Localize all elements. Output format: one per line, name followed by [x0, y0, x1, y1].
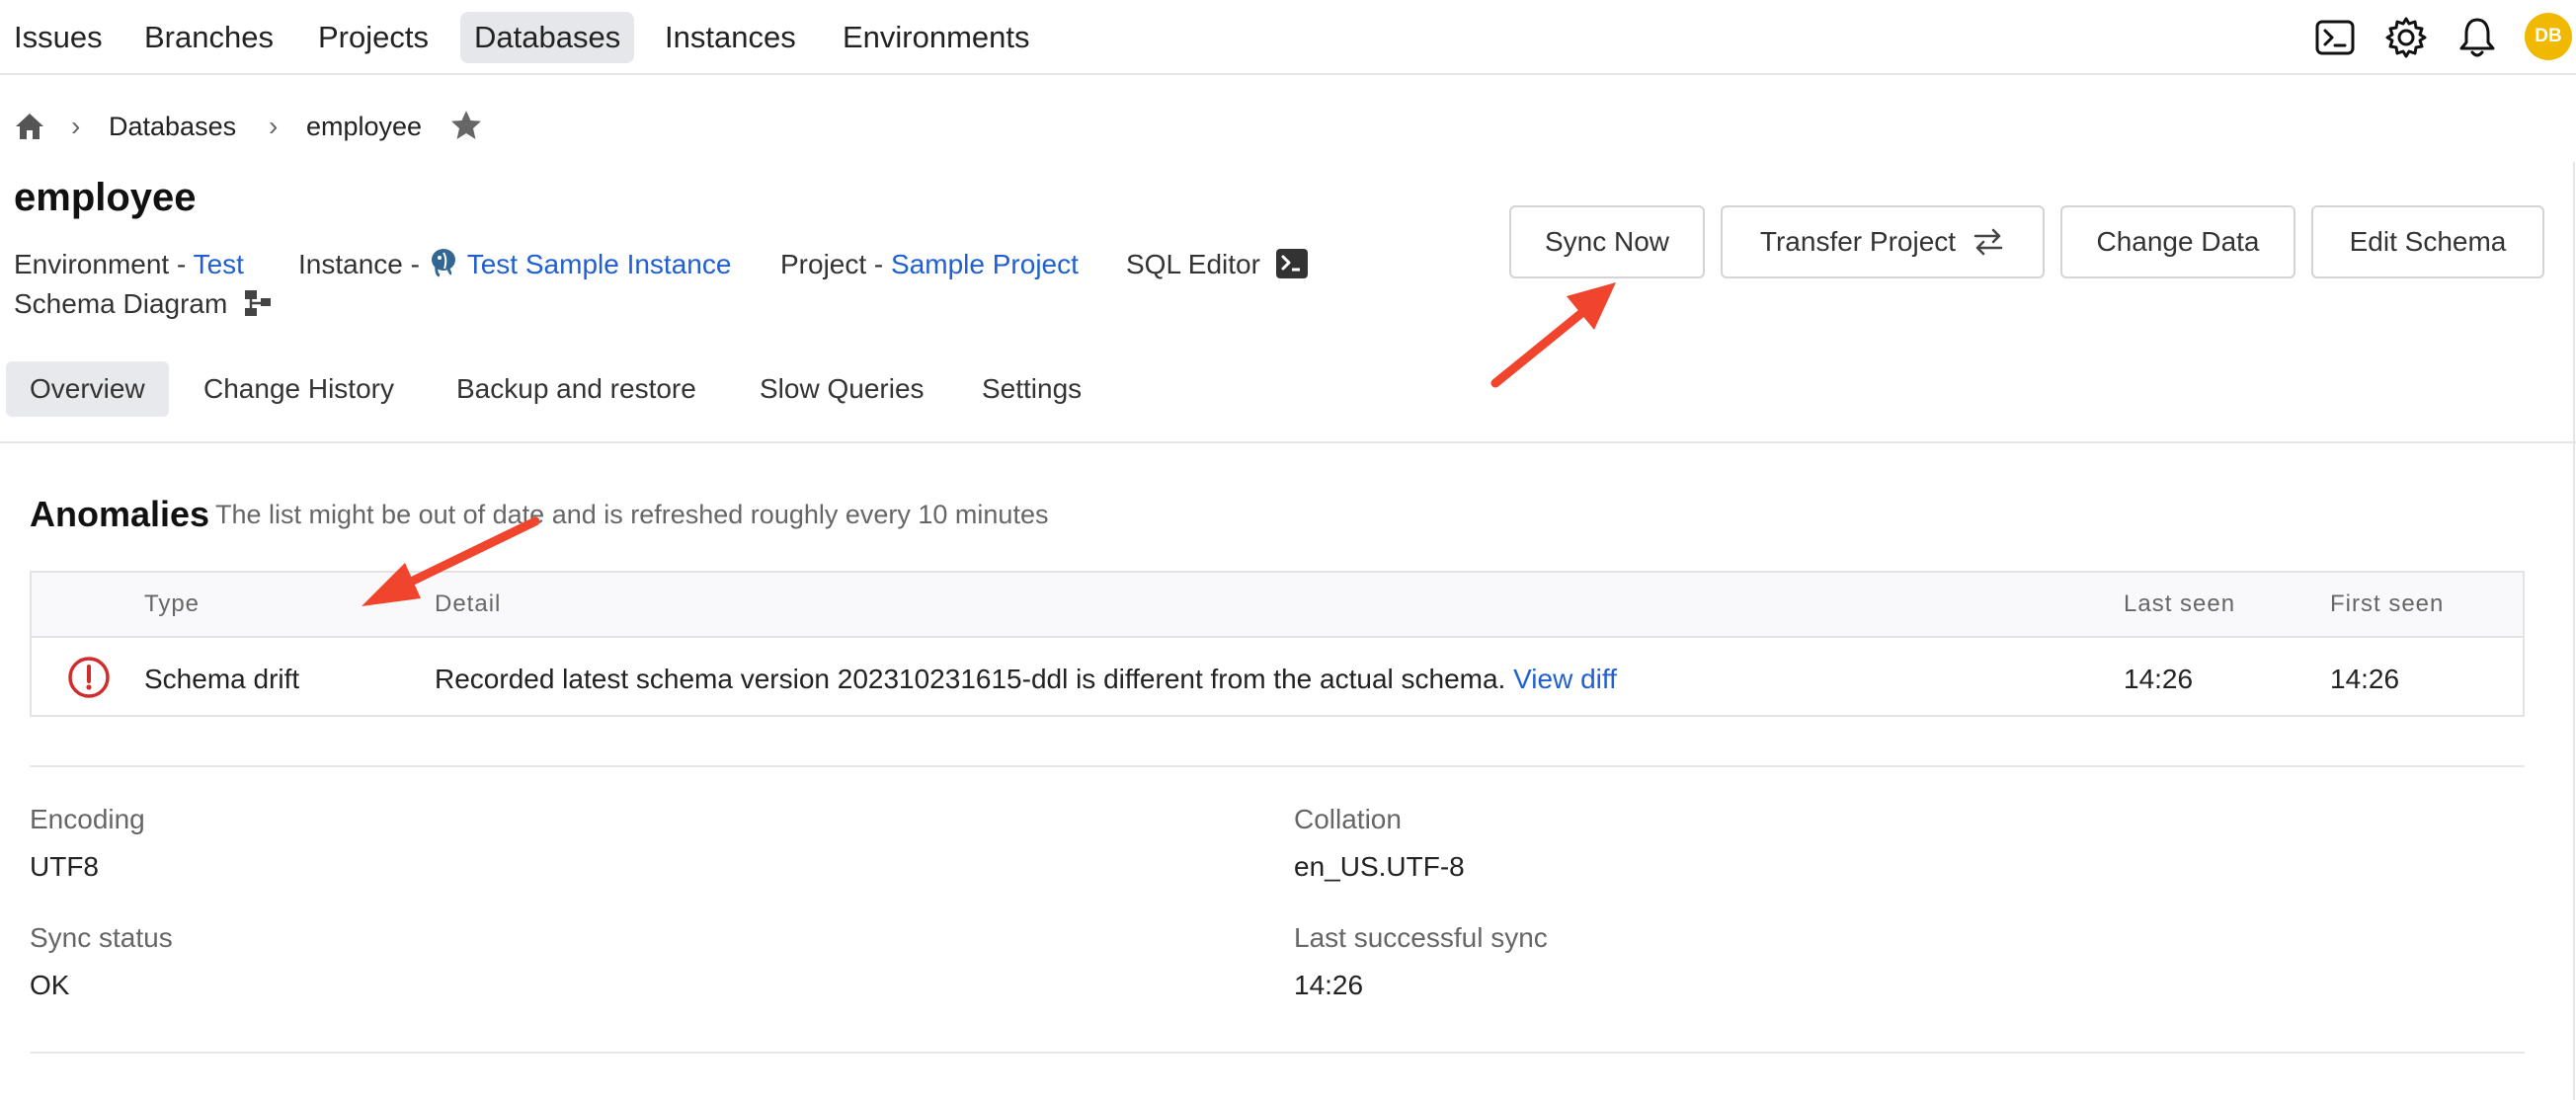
sync-status-value: OK	[30, 970, 70, 1000]
gear-icon[interactable]	[2380, 12, 2432, 63]
nav-instances[interactable]: Instances	[651, 12, 810, 63]
encoding-value: UTF8	[30, 851, 99, 882]
schema-diagram-link[interactable]: Schema Diagram	[14, 284, 273, 324]
anomaly-detail-text: Recorded latest schema version 202310231…	[435, 664, 1506, 694]
section-divider	[30, 765, 2525, 767]
sql-editor-link[interactable]: SQL Editor	[1126, 245, 1308, 284]
nav-issues[interactable]: Issues	[0, 12, 117, 63]
instance-label: Instance -	[298, 249, 428, 279]
annotation-arrows	[362, 282, 1616, 606]
content-border	[2573, 162, 2575, 1100]
tab-overview[interactable]: Overview	[6, 361, 169, 417]
column-first-seen: First seen	[2330, 590, 2445, 617]
project-link[interactable]: Sample Project	[891, 249, 1079, 279]
home-icon[interactable]	[14, 111, 45, 142]
arrow-to-sync-now	[1490, 282, 1616, 388]
column-last-seen: Last seen	[2124, 590, 2236, 617]
chevron-right-icon: ›	[71, 111, 81, 141]
star-icon[interactable]	[449, 109, 483, 142]
nav-databases[interactable]: Databases	[460, 12, 635, 63]
anomaly-last-seen: 14:26	[2124, 664, 2194, 694]
anomalies-subtitle: The list might be out of date and is ref…	[215, 500, 1049, 529]
table-header: Type Detail Last seen First seen	[32, 573, 2523, 638]
environment-info: Environment - Test	[14, 245, 244, 284]
column-type: Type	[144, 590, 201, 617]
terminal-icon[interactable]	[2309, 12, 2361, 63]
sync-now-button[interactable]: Sync Now	[1509, 205, 1705, 278]
last-sync-value: 14:26	[1294, 970, 1364, 1000]
nav-branches[interactable]: Branches	[130, 12, 287, 63]
tab-change-history[interactable]: Change History	[180, 361, 418, 417]
transfer-project-button[interactable]: Transfer Project	[1721, 205, 2045, 278]
column-detail: Detail	[435, 590, 502, 617]
instance-link[interactable]: Test Sample Instance	[467, 249, 732, 279]
collation-value: en_US.UTF-8	[1294, 851, 1465, 882]
section-divider	[30, 1052, 2525, 1054]
transfer-project-label: Transfer Project	[1759, 226, 1957, 257]
avatar[interactable]: DB	[2525, 13, 2572, 60]
swap-arrows-icon	[1972, 227, 2005, 257]
anomaly-detail: Recorded latest schema version 202310231…	[435, 664, 1617, 695]
tab-slow-queries[interactable]: Slow Queries	[736, 361, 948, 417]
sql-editor-label: SQL Editor	[1126, 249, 1260, 279]
breadcrumb-databases[interactable]: Databases	[109, 109, 236, 144]
edit-schema-button[interactable]: Edit Schema	[2311, 205, 2544, 278]
bell-icon[interactable]	[2452, 12, 2503, 63]
project-label: Project -	[780, 249, 892, 279]
tabs-divider	[0, 441, 2576, 443]
environment-label: Environment -	[14, 249, 194, 279]
diagram-icon	[243, 288, 273, 318]
postgresql-icon	[428, 247, 459, 278]
change-data-button[interactable]: Change Data	[2060, 205, 2295, 278]
encoding-label: Encoding	[30, 804, 145, 834]
anomalies-title: Anomalies	[30, 494, 210, 534]
sync-status-label: Sync status	[30, 922, 173, 953]
terminal-icon	[1275, 249, 1308, 278]
last-sync-label: Last successful sync	[1294, 922, 1548, 953]
chevron-right-icon: ›	[269, 111, 279, 141]
nav-environments[interactable]: Environments	[829, 12, 1044, 63]
view-diff-link[interactable]: View diff	[1513, 664, 1617, 694]
schema-diagram-label: Schema Diagram	[14, 288, 228, 319]
breadcrumb-employee: employee	[306, 112, 423, 141]
anomaly-first-seen: 14:26	[2330, 664, 2400, 694]
nav-projects[interactable]: Projects	[304, 12, 443, 63]
anomaly-type: Schema drift	[144, 664, 300, 694]
alert-circle-icon	[67, 656, 111, 699]
top-navigation: Issues Branches Projects Databases Insta…	[0, 0, 2576, 75]
project-info: Project - Sample Project	[780, 245, 1079, 284]
collation-label: Collation	[1294, 804, 1402, 834]
tab-backup-restore[interactable]: Backup and restore	[433, 361, 720, 417]
tab-settings[interactable]: Settings	[958, 361, 1105, 417]
page-title: employee	[14, 176, 197, 219]
environment-link[interactable]: Test	[194, 249, 244, 279]
instance-info: Instance - Test Sample Instance	[298, 245, 731, 284]
anomalies-table: Type Detail Last seen First seen Schema …	[30, 571, 2525, 717]
